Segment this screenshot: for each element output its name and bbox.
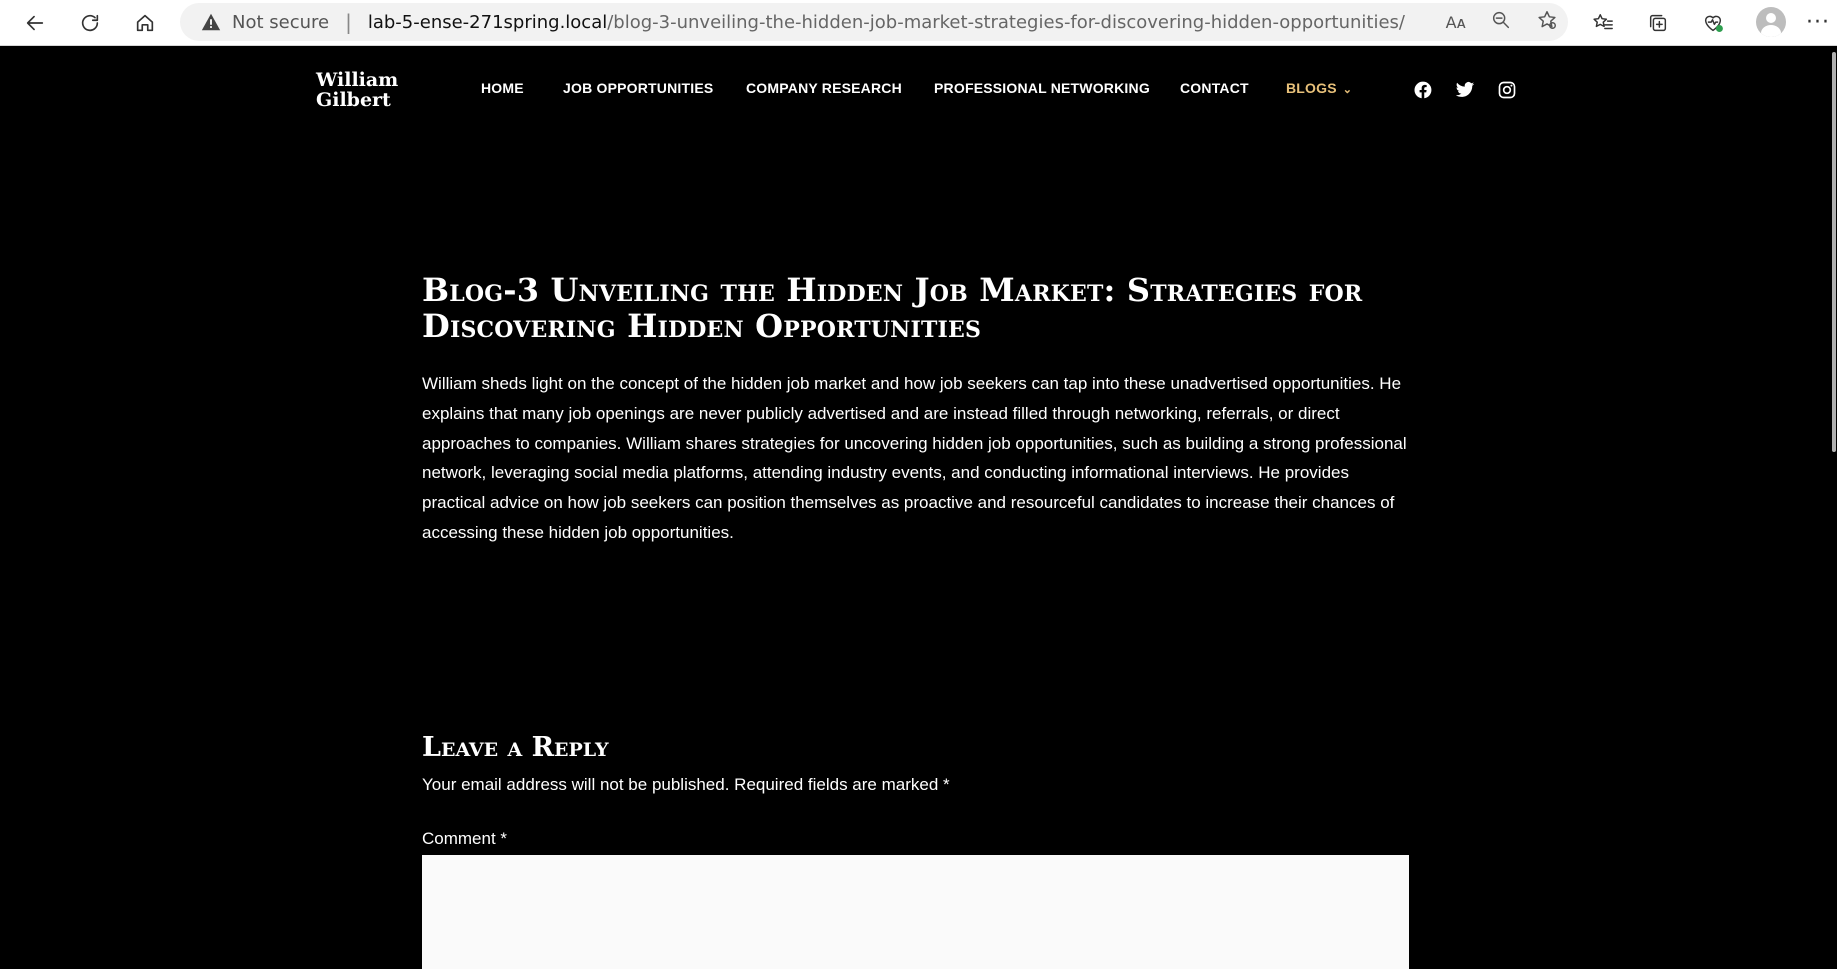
post-title-line-1: Blog-3 Unveiling the Hidden Job Market: …	[422, 271, 1363, 309]
warning-icon[interactable]	[200, 11, 222, 33]
menu-item-company-research[interactable]: COMPANY RESEARCH	[746, 80, 902, 96]
url-host: lab-5-ense-271spring.local	[367, 11, 608, 33]
menu-item-professional-networking[interactable]: PROFESSIONAL NETWORKING	[934, 80, 1150, 96]
home-icon[interactable]	[129, 7, 161, 39]
site-logo[interactable]: William Gilbert	[316, 70, 398, 110]
chevron-down-icon: ⌄	[1342, 84, 1353, 96]
favorites-icon[interactable]	[1587, 7, 1619, 39]
comment-label: Comment *	[422, 829, 508, 848]
post-body: William sheds light on the concept of th…	[422, 374, 1407, 542]
post-title: Blog-3 Unveiling the Hidden Job Market: …	[422, 272, 1422, 344]
back-icon[interactable]	[19, 7, 51, 39]
scrollbar-thumb[interactable]	[1832, 52, 1836, 452]
comment-notes: Your email address will not be published…	[422, 775, 950, 794]
menu-item-job-opportunities[interactable]: JOB OPPORTUNITIES	[563, 80, 713, 96]
collections-icon[interactable]	[1642, 7, 1674, 39]
address-bar[interactable]: Not secure | lab-5-ense-271spring.local/…	[180, 3, 1568, 41]
browser-essentials-icon[interactable]	[1697, 7, 1729, 39]
menu-item-home[interactable]: HOME	[481, 80, 524, 96]
logo-line-2: Gilbert	[316, 89, 391, 111]
menu-item-blogs-label: BLOGS	[1286, 80, 1337, 96]
menu-item-contact[interactable]: CONTACT	[1180, 80, 1249, 96]
address-separator: |	[345, 10, 352, 34]
more-icon[interactable]: ···	[1806, 10, 1830, 35]
url-text[interactable]: lab-5-ense-271spring.local/blog-3-unveil…	[368, 12, 1405, 33]
zoom-out-icon[interactable]	[1490, 9, 1512, 35]
add-favorite-icon[interactable]	[1536, 9, 1558, 35]
menu-item-blogs[interactable]: BLOGS ⌄	[1286, 80, 1352, 96]
profile-icon[interactable]	[1756, 7, 1786, 37]
reply-title: Leave a Reply	[422, 732, 609, 763]
logo-line-1: William	[316, 69, 399, 91]
url-path: /blog-3-unveiling-the-hidden-job-market-…	[607, 11, 1405, 33]
post-title-line-2: Discovering Hidden Opportunities	[422, 307, 982, 345]
twitter-icon[interactable]	[1455, 80, 1475, 100]
browser-toolbar: Not secure | lab-5-ense-271spring.local/…	[0, 0, 1837, 46]
facebook-icon[interactable]	[1413, 80, 1433, 100]
comment-textarea[interactable]	[422, 855, 1409, 969]
refresh-icon[interactable]	[74, 7, 106, 39]
page-scrollbar[interactable]	[1831, 46, 1837, 969]
instagram-icon[interactable]	[1497, 80, 1517, 100]
security-label[interactable]: Not secure	[232, 12, 329, 33]
read-aloud-icon[interactable]: Aᴀ	[1446, 13, 1466, 32]
